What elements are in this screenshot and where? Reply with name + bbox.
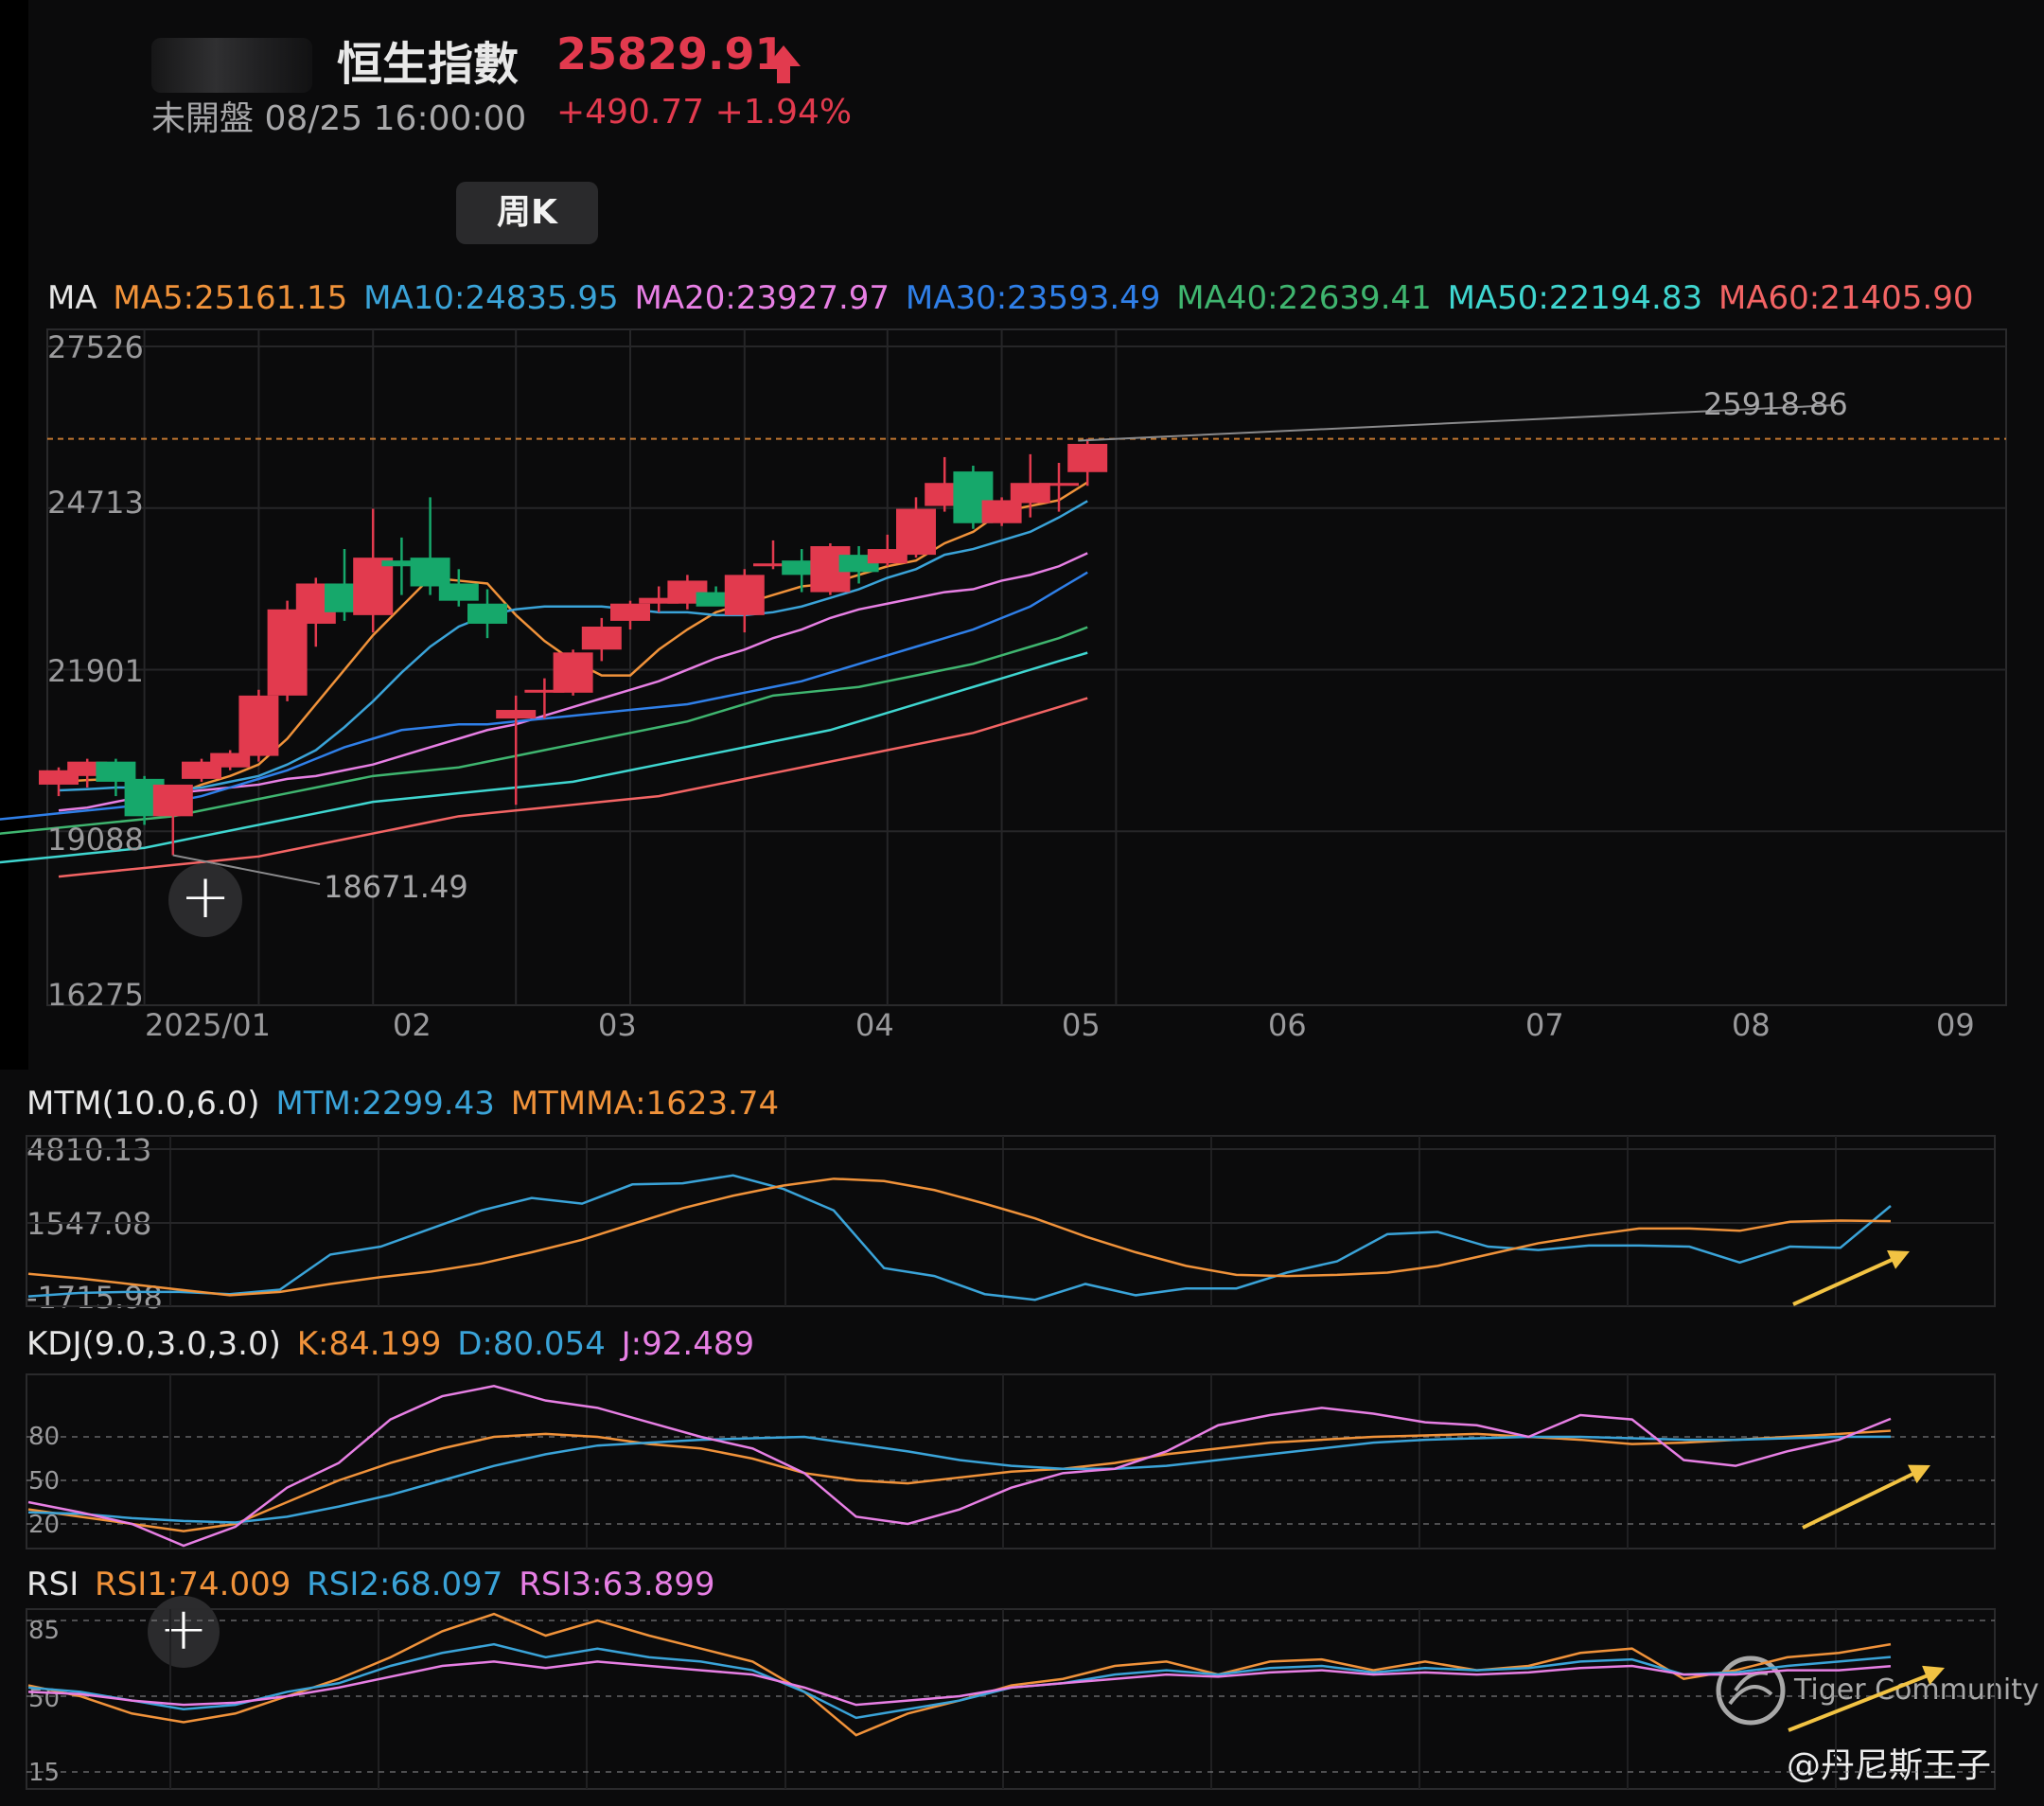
- y-tick-label: 27526: [47, 329, 144, 365]
- y-tick-label: 50: [28, 1685, 61, 1713]
- crosshair-add-button[interactable]: +: [168, 863, 242, 937]
- y-tick-label: 80: [28, 1423, 61, 1451]
- low-annotation: 18671.49: [324, 869, 468, 905]
- candle-body: [610, 603, 650, 621]
- y-tick-label: 15: [28, 1759, 61, 1787]
- x-tick-label: 07: [1525, 1007, 1564, 1043]
- y-tick-label: 19088: [47, 822, 144, 858]
- high-annotation: 25918.86: [1703, 386, 1848, 422]
- watermark-brand: Tiger Community: [1794, 1673, 2039, 1707]
- mtm-value: MTM:2299.43: [275, 1085, 495, 1123]
- rsi2-value: RSI2:68.097: [307, 1566, 503, 1603]
- y-tick-label: 85: [28, 1617, 61, 1645]
- y-tick-label: -1715.98: [26, 1280, 163, 1316]
- candle-body: [152, 784, 193, 817]
- y-tick-label: 16275: [47, 977, 144, 1013]
- x-tick-label: 02: [393, 1007, 432, 1043]
- y-tick-label: 1547.08: [26, 1206, 152, 1242]
- x-tick-label: 05: [1062, 1007, 1101, 1043]
- rsi3-value: RSI3:63.899: [519, 1566, 715, 1603]
- candle-body: [467, 603, 507, 624]
- kdj-j-value: J:92.489: [621, 1325, 755, 1363]
- y-tick-label: 20: [28, 1511, 61, 1539]
- candle-body: [981, 500, 1022, 523]
- kdj-legend: KDJ(9.0,3.0,3.0) K:84.199 D:80.054 J:92.…: [26, 1325, 760, 1363]
- x-tick-label: 08: [1732, 1007, 1771, 1043]
- x-tick-label: 03: [598, 1007, 637, 1043]
- x-tick-label: 09: [1936, 1007, 1975, 1043]
- y-tick-label: 4810.13: [26, 1132, 152, 1168]
- rsi-legend-label: RSI: [26, 1566, 79, 1603]
- candle-body: [1067, 443, 1108, 472]
- y-tick-label: 21901: [47, 653, 144, 689]
- watermark-author: @丹尼斯王子: [1787, 1746, 1992, 1785]
- mtmma-value: MTMMA:1623.74: [510, 1085, 780, 1123]
- x-tick-label: 04: [855, 1007, 894, 1043]
- kdj-legend-label: KDJ(9.0,3.0,3.0): [26, 1325, 281, 1363]
- candle-body: [238, 695, 279, 756]
- kdj-k-value: K:84.199: [296, 1325, 442, 1363]
- candle-body: [896, 508, 936, 556]
- candlestick-chart[interactable]: [0, 0, 2044, 1806]
- kdj-d-value: D:80.054: [457, 1325, 606, 1363]
- candle-body: [496, 710, 537, 719]
- rsi-legend: RSI RSI1:74.009 RSI2:68.097 RSI3:63.899: [26, 1566, 721, 1603]
- candle-body: [96, 761, 136, 782]
- x-tick-label: 06: [1268, 1007, 1307, 1043]
- crosshair-add-button[interactable]: +: [148, 1596, 220, 1668]
- candle-body: [724, 575, 765, 615]
- candle-body: [410, 558, 450, 587]
- candle-body: [438, 583, 479, 601]
- y-tick-label: 24713: [47, 485, 144, 521]
- candle-body: [553, 652, 593, 693]
- candle-body: [1010, 483, 1050, 504]
- mtm-legend-label: MTM(10.0,6.0): [26, 1085, 260, 1123]
- ma-line-ma60: [58, 697, 1088, 878]
- candle-body: [1039, 483, 1079, 487]
- y-tick-label: 50: [28, 1467, 61, 1496]
- candle-body: [581, 627, 622, 650]
- chart-screen: 恒生指數 25829.91 未開盤 08/25 16:00:00 +490.77…: [0, 0, 2044, 1806]
- mtm-legend: MTM(10.0,6.0) MTM:2299.43 MTMMA:1623.74: [26, 1085, 784, 1123]
- x-tick-label: 2025/01: [145, 1007, 271, 1043]
